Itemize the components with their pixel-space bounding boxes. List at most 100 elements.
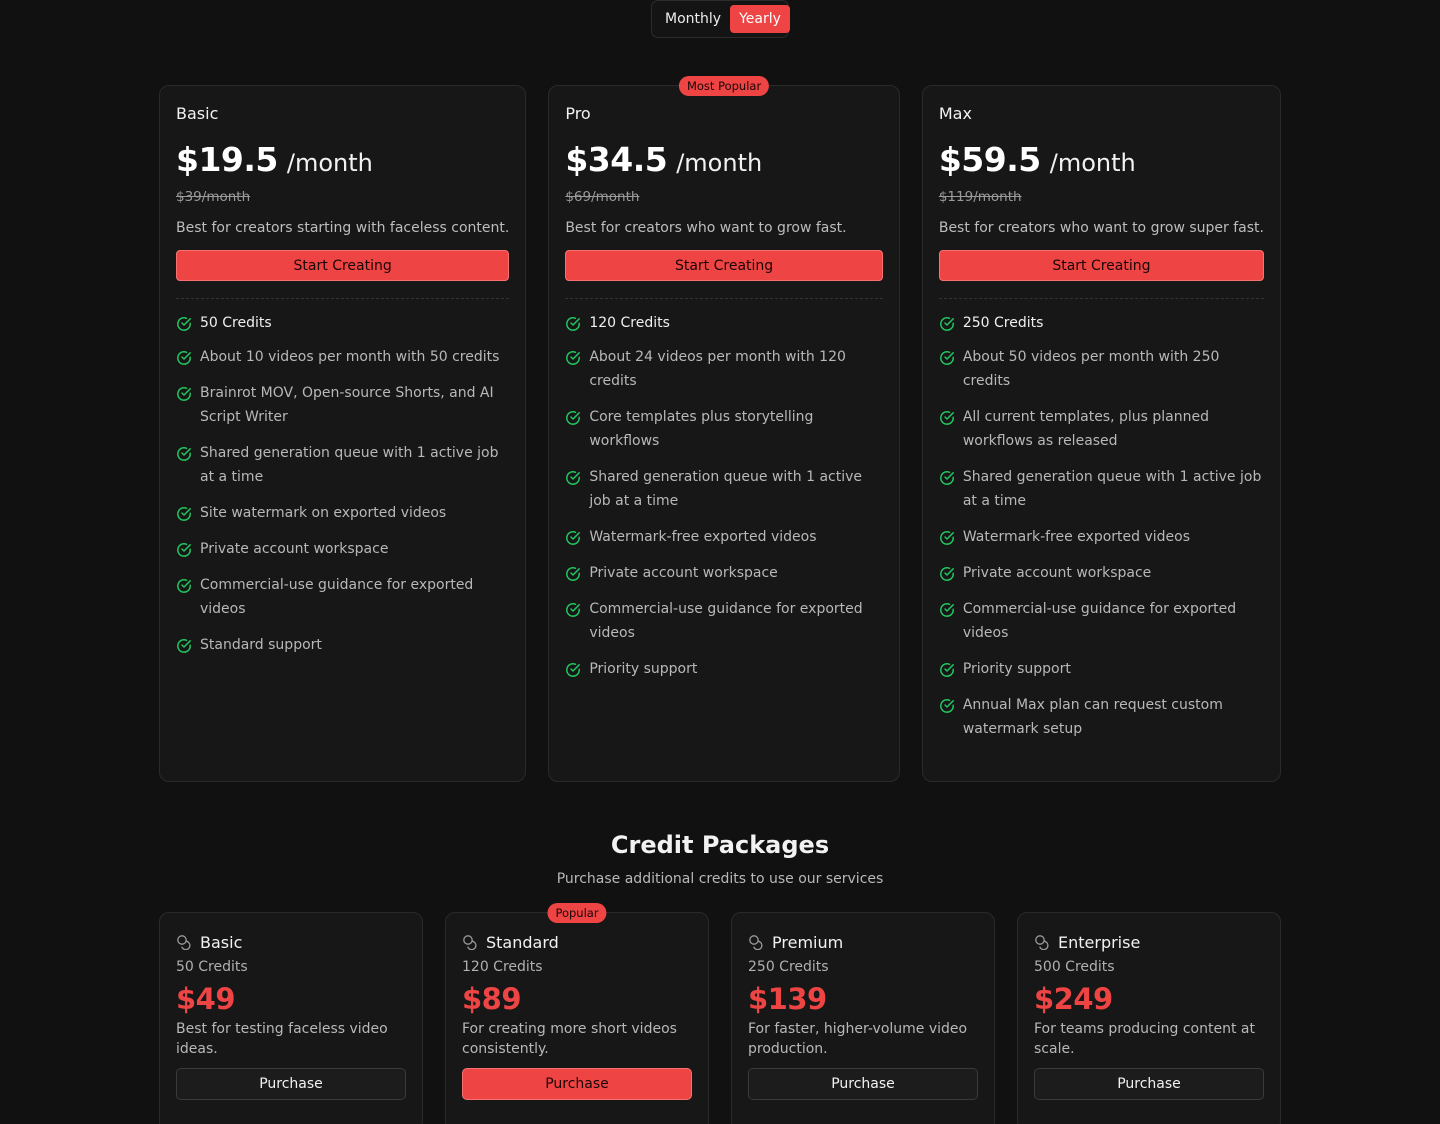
plan-divider [176,298,510,299]
plan-feature-item: Priority support [565,661,883,681]
check-circle-icon [939,317,954,331]
check-circle-icon [177,351,191,365]
plan-description: Best for creators who want to grow fast. [565,220,847,236]
purchase-button-standard[interactable]: Purchase [462,1068,692,1100]
credit-packages-title: Credit Packages [610,831,830,859]
check-circle-icon [939,663,954,677]
check-circle-icon [939,471,954,485]
package-price: $89 [462,982,522,1016]
plan-divider [565,298,883,299]
plan-credits-feature: 120 Credits [565,315,883,335]
package-header: Premium [748,931,978,953]
coins-icon [1035,935,1049,950]
plan-card-basic: Basic $19.5 /month $39/month Best for cr… [159,85,527,782]
coins-icon [463,935,477,950]
package-card-enterprise: Enterprise 500 Credits $249 For teams pr… [1017,912,1281,1124]
plan-feature-item: Brainrot MOV, Open-source Shorts, and AI… [176,385,509,429]
package-card-standard: Popular Standard 120 Credits $89 For cre… [445,903,709,1124]
feature-text: Shared generation queue with 1 active jo… [589,469,863,509]
check-circle-icon [939,351,954,365]
start-creating-button-pro[interactable]: Start Creating [565,250,883,281]
plan-price-row: $59.5 /month [939,140,1264,182]
monthly-toggle-button[interactable]: Monthly [656,5,730,33]
plan-name: Pro [565,104,591,123]
pricing-page: Monthly Yearly Basic $19.5 /month $39/mo… [0,0,1440,1124]
plan-description: Best for creators starting with faceless… [176,220,510,236]
plan-price: $59.5 [938,140,1041,179]
plan-feature-item: About 10 videos per month with 50 credit… [176,349,509,369]
plan-price-row: $34.5 /month [565,140,883,182]
check-circle-icon [177,507,191,521]
popular-badge: Popular [547,903,607,923]
purchase-button-basic[interactable]: Purchase [176,1068,406,1100]
coins-icon [177,935,191,950]
package-header: Standard [462,931,692,953]
plan-name: Basic [176,104,219,123]
feature-text: 250 Credits [962,315,1044,331]
feature-text: Priority support [589,661,698,677]
plan-period: /month [286,149,373,177]
plan-description: Best for creators who want to grow super… [938,220,1264,236]
check-circle-icon [566,471,581,485]
feature-text: Shared generation queue with 1 active jo… [200,445,499,485]
plan-feature-item: Shared generation queue with 1 active jo… [565,469,883,513]
check-circle-icon [939,411,954,425]
yearly-toggle-button[interactable]: Yearly [730,5,790,33]
plan-feature-list: 250 Credits About 50 videos per month wit… [939,315,1264,741]
plan-feature-item: Site watermark on exported videos [176,505,509,525]
check-circle-icon [177,543,191,557]
plan-card-pro: Most Popular Pro $34.5 /month $69/month … [548,76,900,782]
plan-feature-item: Core templates plus storytelling workflo… [565,409,883,453]
check-circle-icon [566,317,581,331]
package-name: Standard [486,932,559,952]
check-circle-icon [177,639,191,653]
package-header: Enterprise [1034,931,1264,953]
package-card-premium: Premium 250 Credits $139 For faster, hig… [731,912,995,1124]
package-price: $139 [748,982,827,1016]
purchase-button-premium[interactable]: Purchase [748,1068,978,1100]
start-creating-button-basic[interactable]: Start Creating [176,250,510,281]
coins-icon [749,935,763,950]
plan-name: Max [938,104,972,123]
feature-text: 120 Credits [589,315,670,331]
feature-text: Watermark-free exported videos [962,529,1191,545]
check-circle-icon [177,579,191,593]
most-popular-badge: Most Popular [678,76,770,96]
package-description: For creating more short videos consisten… [462,1021,677,1057]
package-credits: 50 Credits [176,959,248,975]
plan-feature-item: Private account workspace [939,565,1264,585]
start-creating-button-max[interactable]: Start Creating [938,250,1264,281]
plan-feature-item: Private account workspace [565,565,883,585]
feature-text: All current templates, plus planned work… [962,409,1209,449]
feature-text: About 24 videos per month with 120 credi… [589,349,846,389]
plan-feature-item: Commercial-use guidance for exported vid… [565,601,883,645]
plan-feature-list: 50 Credits About 10 videos per month with… [176,315,509,657]
check-circle-icon [939,567,954,581]
plan-feature-item: About 24 videos per month with 120 credi… [565,349,883,393]
check-circle-icon [566,531,581,545]
feature-text: Annual Max plan can request custom water… [962,697,1223,737]
check-circle-icon [939,699,954,713]
feature-text: Shared generation queue with 1 active jo… [962,469,1262,509]
purchase-button-enterprise[interactable]: Purchase [1034,1068,1264,1100]
feature-text: About 50 videos per month with 250 credi… [962,349,1220,389]
plan-feature-item: Standard support [176,637,509,657]
plan-original-price: $69/month [565,189,640,205]
feature-text: About 10 videos per month with 50 credit… [200,349,500,365]
package-header: Basic [176,931,406,953]
plan-feature-item: Annual Max plan can request custom water… [939,697,1264,741]
plan-divider [938,298,1264,299]
plan-price-row: $19.5 /month [176,140,509,182]
feature-text: Watermark-free exported videos [589,529,817,545]
plan-price: $19.5 [176,140,278,179]
package-price: $249 [1034,982,1113,1016]
credit-packages-grid: Basic 50 Credits $49 Best for testing fa… [159,903,1281,1124]
plan-price: $34.5 [565,140,668,179]
check-circle-icon [566,351,581,365]
plan-original-price: $39/month [176,189,251,205]
feature-text: Commercial-use guidance for exported vid… [200,577,474,617]
feature-text: Brainrot MOV, Open-source Shorts, and AI… [200,385,494,425]
check-circle-icon [177,317,191,331]
credit-packages-subtitle: Purchase additional credits to use our s… [556,871,884,887]
plan-feature-item: Watermark-free exported videos [939,529,1264,549]
